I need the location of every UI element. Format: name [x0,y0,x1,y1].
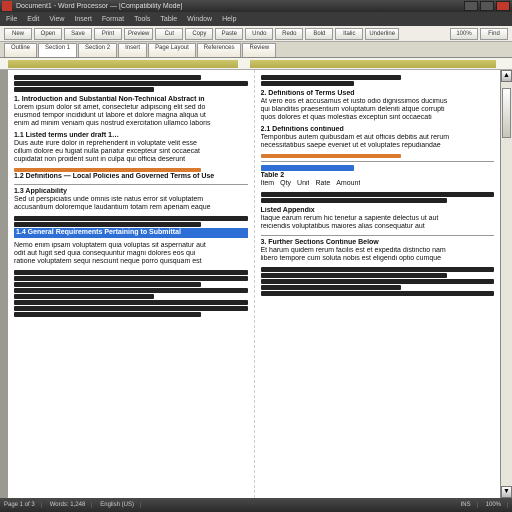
scroll-thumb[interactable] [502,88,511,138]
th: Item [261,180,275,188]
status-insert-mode[interactable]: INS [461,502,478,508]
minimize-button[interactable] [464,1,478,11]
para: Nemo enim ipsam voluptatem quia voluptas… [14,242,248,250]
horizontal-ruler[interactable] [0,58,512,70]
document-workspace: 1. Introduction and Substantial Non-Tech… [0,70,512,498]
heading-1-3: 1.3 Applicability [14,188,248,196]
th: Qty [280,180,291,188]
bold-button[interactable]: Bold [305,28,333,40]
document-page[interactable]: 1. Introduction and Substantial Non-Tech… [8,70,500,498]
para: libero tempore cum soluta nobis est elig… [261,255,495,263]
paste-button[interactable]: Paste [215,28,243,40]
th: Amount [336,180,360,188]
para: At vero eos et accusamus et iusto odio d… [261,98,495,106]
status-bar: Page 1 of 3 Words: 1,248 English (US) IN… [0,498,512,512]
new-button[interactable]: New [4,28,32,40]
th: Unit [297,180,309,188]
para: reiciendis voluptatibus maiores alias co… [261,223,495,231]
heading-1: 1. Introduction and Substantial Non-Tech… [14,96,248,104]
para: enim ad minim veniam quis nostrud exerci… [14,120,248,128]
scroll-up-button[interactable]: ▲ [501,70,512,82]
status-language[interactable]: English (US) [100,502,141,508]
zoom-combo[interactable]: 100% [450,28,478,40]
th: Rate [315,180,330,188]
window-titlebar: Document1 - Word Processor — [Compatibil… [0,0,512,12]
highlight-orange [14,168,201,172]
ruler-margin-right[interactable] [250,60,496,68]
save-button[interactable]: Save [64,28,92,40]
column-right: 2. Definitions of Terms Used At vero eos… [254,70,501,498]
tab-outline[interactable]: Outline [4,43,37,57]
heading-1-1: 1.1 Listed terms under draft 1… [14,132,248,140]
find-button[interactable]: Find [480,28,508,40]
para: Temporibus autem quibusdam et aut offici… [261,134,495,142]
tab-review[interactable]: Review [242,43,276,57]
column-left: 1. Introduction and Substantial Non-Tech… [8,70,254,498]
tab-references[interactable]: References [197,43,242,57]
app-icon [2,1,12,11]
open-button[interactable]: Open [34,28,62,40]
main-toolbar: New Open Save Print Preview Cut Copy Pas… [0,26,512,42]
para: Sed ut perspiciatis unde omnis iste natu… [14,196,248,204]
undo-button[interactable]: Undo [245,28,273,40]
table-caption: Table 2 [261,172,495,180]
para: odit aut fugit sed quia consequuntur mag… [14,250,248,258]
heading-2-1: 2.1 Definitions continued [261,126,495,134]
menu-format[interactable]: Format [102,16,124,23]
para: Et harum quidem rerum facilis est et exp… [261,247,495,255]
heading-1-2: 1.2 Definitions — Local Policies and Gov… [14,173,248,181]
menu-file[interactable]: File [6,16,17,23]
menu-help[interactable]: Help [222,16,236,23]
para: Lorem ipsum dolor sit amet, consectetur … [14,104,248,112]
para: eiusmod tempor incididunt ut labore et d… [14,112,248,120]
status-zoom[interactable]: 100% [486,502,508,508]
menu-window[interactable]: Window [187,16,212,23]
menu-tools[interactable]: Tools [134,16,150,23]
redo-button[interactable]: Redo [275,28,303,40]
para: quos dolores et quas molestias excepturi… [261,114,495,122]
para: Duis aute irure dolor in reprehenderit i… [14,140,248,148]
highlight-blue [261,165,354,171]
menu-insert[interactable]: Insert [74,16,92,23]
status-words[interactable]: Words: 1,248 [50,502,93,508]
selected-heading[interactable]: 1.4 General Requirements Pertaining to S… [14,228,248,238]
tab-insert[interactable]: Insert [118,43,147,57]
para: ratione voluptatem sequi nesciunt neque … [14,258,248,266]
heading-3: 3. Further Sections Continue Below [261,239,495,247]
menu-bar: File Edit View Insert Format Tools Table… [0,12,512,26]
menu-edit[interactable]: Edit [27,16,39,23]
window-title: Document1 - Word Processor — [Compatibil… [16,3,464,10]
status-page[interactable]: Page 1 of 3 [4,502,42,508]
tab-strip: Outline Section 1 Section 2 Insert Page … [0,42,512,58]
scroll-track[interactable] [501,82,512,486]
maximize-button[interactable] [480,1,494,11]
copy-button[interactable]: Copy [185,28,213,40]
cut-button[interactable]: Cut [155,28,183,40]
preview-button[interactable]: Preview [124,28,153,40]
para: cillum dolore eu fugiat nulla pariatur e… [14,148,248,156]
tab-section-2[interactable]: Section 2 [78,43,117,57]
para: accusantium doloremque laudantium totam … [14,204,248,212]
highlight-orange [261,154,401,158]
print-button[interactable]: Print [94,28,122,40]
italic-button[interactable]: Italic [335,28,363,40]
heading-2: 2. Definitions of Terms Used [261,90,495,98]
para: qui blanditiis praesentium voluptatum de… [261,106,495,114]
para: necessitatibus saepe eveniet ut et volup… [261,142,495,150]
menu-view[interactable]: View [49,16,64,23]
vertical-ruler[interactable] [0,70,8,498]
close-button[interactable] [496,1,510,11]
vertical-scrollbar[interactable]: ▲ ▼ [500,70,512,498]
heading-appendix: Listed Appendix [261,207,495,215]
tab-section-1[interactable]: Section 1 [38,43,77,57]
underline-button[interactable]: Underline [365,28,399,40]
scroll-down-button[interactable]: ▼ [501,486,512,498]
para: Itaque earum rerum hic tenetur a sapient… [261,215,495,223]
para: cupidatat non proident sunt in culpa qui… [14,156,248,164]
ruler-margin-left[interactable] [8,60,238,68]
menu-table[interactable]: Table [160,16,177,23]
tab-page-layout[interactable]: Page Layout [148,43,196,57]
